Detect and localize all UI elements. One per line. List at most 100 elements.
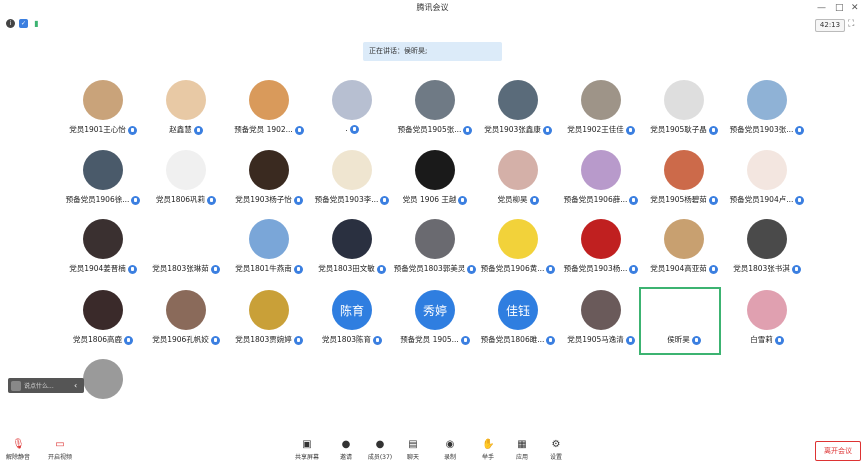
fullscreen-icon[interactable]: ⛶: [848, 19, 854, 29]
participant-name-text: 预备党员1905张...: [397, 125, 462, 134]
camera-off-icon: ▭: [55, 439, 65, 450]
participant-name-text: 预备党员 1902...: [234, 125, 293, 134]
participant-name-text: 预备党员1906黄...: [480, 264, 545, 273]
participant-name: 白雪莉: [705, 334, 829, 345]
apps-icon: ▦: [517, 439, 527, 450]
participant-name-text: 预备党员1906薛...: [563, 195, 628, 204]
participant-name-text: 预备党员1903杨...: [563, 264, 628, 273]
minimize-icon[interactable]: —: [817, 0, 826, 16]
participant-name: 党员1803张书淇: [705, 263, 829, 274]
mute-button[interactable]: 🎙 解除静音: [4, 437, 32, 461]
avatar: [498, 219, 538, 259]
participant-tile[interactable]: 预备党员1903张...: [725, 80, 809, 144]
meeting-timer: 42:13: [815, 19, 845, 32]
active-speaker-frame: [639, 287, 721, 355]
mic-icon: [795, 195, 805, 205]
participant-name-text: 党员1904高亚茹: [650, 264, 707, 273]
shield-icon[interactable]: ✓: [19, 19, 28, 28]
leave-meeting-button[interactable]: 离开会议: [815, 441, 861, 461]
participant-name-text: 预备党员1803郭美灵: [393, 264, 466, 273]
mute-label: 解除静音: [5, 454, 30, 461]
participant-name-text: 预备党员1906徐...: [65, 195, 130, 204]
participant-tile[interactable]: 预备党员 1902...: [227, 80, 311, 144]
members-button[interactable]: ● 成员(37): [366, 437, 394, 461]
participant-name-text: 白雪莉: [750, 335, 773, 344]
members-label: 成员(37): [367, 454, 393, 461]
participant-name-text: 党员1903张鑫康: [484, 125, 541, 134]
participant-name-text: 党员1803田文敏: [318, 264, 375, 273]
share-screen-button[interactable]: ▣ 共享屏幕: [293, 437, 321, 461]
avatar: [249, 150, 289, 190]
apps-button[interactable]: ▦ 应用: [508, 437, 536, 461]
participant-name-text: 党员1905马逸清: [567, 335, 624, 344]
participant-name-text: 预备党员1903张...: [729, 125, 794, 134]
participant-tile[interactable]: 党员1803张书淇: [725, 219, 809, 283]
signal-icon[interactable]: ▮: [32, 19, 41, 28]
avatar: [664, 80, 704, 120]
invite-button[interactable]: ● 邀请: [332, 437, 360, 461]
participant-name-text: 党员1803陈育: [321, 335, 372, 344]
avatar: [664, 219, 704, 259]
apps-label: 应用: [515, 454, 528, 461]
avatar: [332, 150, 372, 190]
participant-name-text: 预备党员1903李...: [314, 195, 379, 204]
avatar: 秀婷: [415, 290, 455, 330]
invite-label: 邀请: [339, 454, 352, 461]
avatar: [83, 290, 123, 330]
avatar: [332, 219, 372, 259]
avatar: [415, 219, 455, 259]
gear-icon: ⚙: [551, 439, 561, 450]
avatar: [166, 80, 206, 120]
participant-name: 预备党员1904卢...: [705, 194, 829, 205]
avatar: [166, 150, 206, 190]
avatar: [747, 219, 787, 259]
participant-name-text: 党员1902王佳佳: [567, 125, 624, 134]
info-icon[interactable]: i: [6, 19, 15, 28]
chevron-left-icon[interactable]: ‹: [74, 381, 84, 390]
participant-name-text: 党员1901王心怡: [69, 125, 126, 134]
avatar: [664, 150, 704, 190]
mic-icon: [795, 125, 805, 135]
chat-input[interactable]: 说点什么... ‹: [8, 378, 84, 393]
participant-name-text: 党员 1906 王越: [402, 195, 457, 204]
participant-name-text: 党员1803贾婉婷: [235, 335, 292, 344]
participant-name-text: 赵鑫慧: [169, 125, 192, 134]
chat-button[interactable]: ▤ 聊天: [399, 437, 427, 461]
avatar: [581, 150, 621, 190]
avatar: [581, 290, 621, 330]
avatar: [83, 150, 123, 190]
avatar: [249, 80, 289, 120]
chat-placeholder: 说点什么...: [24, 383, 54, 390]
raise-hand-button[interactable]: ✋ 举手: [474, 437, 502, 461]
settings-button[interactable]: ⚙ 设置: [542, 437, 570, 461]
avatar: [581, 219, 621, 259]
avatar: 陈育: [332, 290, 372, 330]
video-label: 开启视频: [47, 454, 72, 461]
participant-name-text: 党员1905耿子晶: [650, 125, 707, 134]
hand-label: 举手: [481, 454, 494, 461]
participant-name-text: 党员1904姜晋楠: [69, 264, 126, 273]
hand-icon: ✋: [482, 439, 495, 450]
avatar: [747, 80, 787, 120]
avatar: [581, 80, 621, 120]
chat-label: 聊天: [406, 454, 419, 461]
mic-icon: [774, 335, 784, 345]
participant-name-text: 党员1803张琳茹: [152, 264, 209, 273]
avatar: [166, 219, 206, 259]
record-button[interactable]: ◉ 录制: [436, 437, 464, 461]
video-button[interactable]: ▭ 开启视频: [46, 437, 74, 461]
avatar: [747, 290, 787, 330]
avatar: [498, 80, 538, 120]
avatar: 佳钰: [498, 290, 538, 330]
close-icon[interactable]: ✕: [851, 0, 859, 16]
settings-label: 设置: [549, 454, 562, 461]
participant-tile[interactable]: 预备党员1904卢...: [725, 150, 809, 214]
maximize-icon[interactable]: □: [835, 0, 844, 16]
mic-icon: [791, 264, 801, 274]
mic-icon: [349, 124, 359, 134]
window-title: 腾讯会议: [416, 3, 449, 12]
avatar: [415, 80, 455, 120]
chat-icon: [11, 380, 21, 391]
participant-tile[interactable]: 白雪莉: [725, 290, 809, 354]
avatar: [249, 219, 289, 259]
